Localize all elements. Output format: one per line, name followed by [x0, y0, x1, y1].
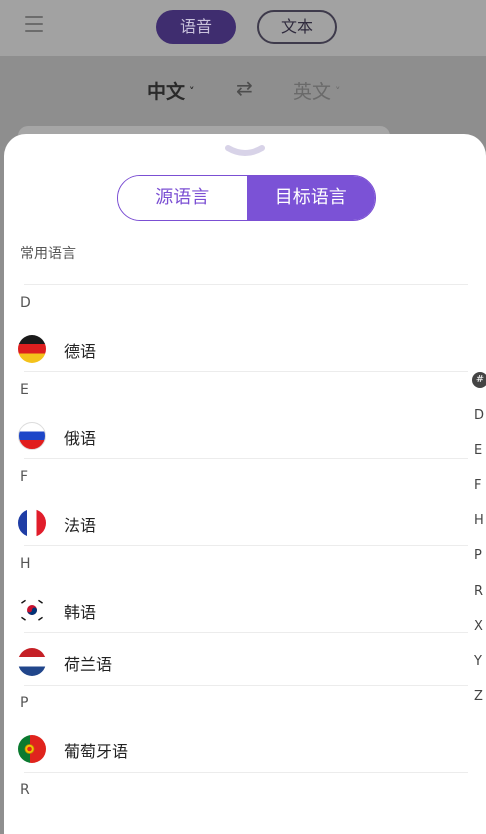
language-name: 俄语: [64, 429, 97, 448]
section-letter-r: R: [20, 782, 30, 798]
chevron-down-icon: ˅: [335, 85, 341, 98]
portugal-flag-icon: [18, 735, 46, 763]
list-item-french[interactable]: 法语: [4, 500, 474, 546]
chevron-down-icon[interactable]: [224, 144, 266, 162]
index-item-x[interactable]: X: [474, 619, 483, 634]
target-language-label: 英文: [293, 81, 332, 103]
divider: [24, 772, 468, 773]
language-direction-tabs: 源语言 目标语言: [117, 175, 376, 221]
language-picker-sheet: 源语言 目标语言 常用语言 D 德语 E 俄语 F 法语 H 韩语 荷兰语 P …: [4, 134, 486, 834]
germany-flag-icon: [18, 335, 46, 363]
list-item-korean[interactable]: 韩语: [4, 587, 474, 633]
language-name: 德语: [64, 342, 97, 361]
text-mode-button[interactable]: 文本: [257, 10, 337, 44]
source-language-selector[interactable]: 中文 ˅: [147, 77, 195, 104]
language-name: 法语: [64, 516, 97, 535]
divider: [24, 458, 468, 459]
language-name: 荷兰语: [64, 655, 113, 674]
index-item-f[interactable]: F: [474, 478, 481, 493]
section-letter-p: P: [20, 695, 29, 711]
divider: [24, 632, 468, 633]
netherlands-flag-icon: [18, 648, 46, 676]
list-item-german[interactable]: 德语: [4, 326, 474, 372]
list-item-portuguese[interactable]: 葡萄牙语: [4, 726, 474, 772]
list-item-dutch[interactable]: 荷兰语: [4, 639, 474, 685]
divider: [24, 685, 468, 686]
tab-source-language[interactable]: 源语言: [118, 176, 247, 220]
section-letter-e: E: [20, 382, 29, 398]
russia-flag-icon: [18, 422, 46, 450]
top-bar: 语音 文本: [0, 0, 486, 56]
divider: [24, 284, 468, 285]
france-flag-icon: [18, 509, 46, 537]
section-letter-f: F: [20, 469, 29, 485]
index-item-z[interactable]: Z: [474, 689, 483, 704]
language-name: 韩语: [64, 603, 97, 622]
voice-mode-button[interactable]: 语音: [156, 10, 236, 44]
swap-languages-icon[interactable]: ⇄: [236, 76, 253, 100]
index-item-r[interactable]: R: [474, 584, 483, 599]
target-language-selector[interactable]: 英文 ˅: [293, 77, 341, 104]
section-letter-h: H: [20, 556, 31, 572]
source-language-label: 中文: [147, 81, 186, 103]
index-item-hash[interactable]: #: [472, 372, 486, 388]
divider: [24, 371, 468, 372]
chevron-down-icon: ˅: [189, 85, 195, 98]
index-item-y[interactable]: Y: [474, 654, 482, 669]
index-item-p[interactable]: P: [474, 548, 482, 563]
divider: [24, 545, 468, 546]
section-letter-d: D: [20, 295, 31, 311]
south-korea-flag-icon: [18, 596, 46, 624]
tab-target-language[interactable]: 目标语言: [246, 176, 375, 220]
list-item-russian[interactable]: 俄语: [4, 413, 474, 459]
menu-icon[interactable]: [25, 16, 43, 34]
language-name: 葡萄牙语: [64, 742, 129, 761]
common-languages-heading: 常用语言: [20, 246, 76, 262]
index-item-d[interactable]: D: [474, 408, 484, 423]
index-item-h[interactable]: H: [474, 513, 484, 528]
index-item-e[interactable]: E: [474, 443, 482, 458]
